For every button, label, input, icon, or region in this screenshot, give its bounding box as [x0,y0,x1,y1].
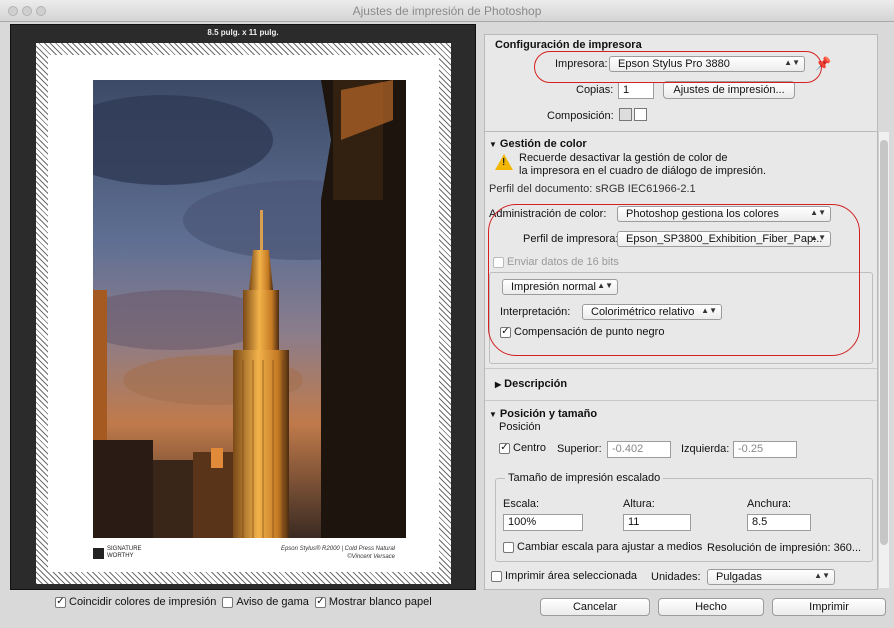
preview-options: ✓ Coincidir colores de impresión Aviso de… [55,596,432,608]
print-settings-button[interactable]: Ajustes de impresión... [663,81,795,99]
left-field[interactable]: -0.25 [733,441,797,458]
scale-to-fit-checkbox[interactable]: Cambiar escala para ajustar a medios [503,541,702,553]
description-header[interactable]: ▶ Descripción [495,378,567,390]
printer-setup-section: Configuración de impresora Impresora: Ep… [484,34,878,132]
scaled-size-label: Tamaño de impresión escalado [505,472,664,484]
disclosure-triangle-icon: ▼ [489,140,497,149]
chevron-updown-icon: ▲▼ [814,571,830,580]
document-profile: Perfil del documento: sRGB IEC61966-2.1 [489,183,696,195]
width-label: Anchura: [747,498,792,510]
signature-logo: SIGNATURE WORTHY [93,546,142,560]
scroll-area: ▼ Gestión de color ! Recuerde desactivar … [484,132,878,590]
scrollbar-thumb[interactable] [880,140,888,545]
height-field[interactable]: 11 [623,514,691,531]
divider [485,400,877,401]
show-paper-white-checkbox[interactable]: ✓ Mostrar blanco papel [314,596,432,608]
units-select[interactable]: Pulgadas ▲▼ [707,569,835,585]
position-size-title: Posición y tamaño [499,408,598,420]
checkbox-empty[interactable] [491,570,502,582]
preview-photo[interactable] [93,80,406,538]
copies-field[interactable]: 1 [618,82,654,99]
paper-sheet: SIGNATURE WORTHY Epson Stylus® R2000 | Co… [36,43,451,584]
cancel-button[interactable]: Cancelar [540,598,650,616]
warning-line1: Recuerde desactivar la gestión de color … [519,152,728,164]
title-bar: Ajustes de impresión de Photoshop [0,0,894,22]
height-label: Altura: [623,498,655,510]
position-group-label: Posición [499,421,541,433]
city-photo-image [93,80,406,538]
color-settings-highlight-ring [488,204,860,356]
printable-area: SIGNATURE WORTHY Epson Stylus® R2000 | Co… [48,55,439,572]
printer-setup-header: Configuración de impresora [495,39,642,51]
color-management-header[interactable]: ▼ Gestión de color [489,138,587,150]
gamut-warning-label: Aviso de gama [236,596,309,608]
print-selected-label: Imprimir área seleccionada [505,570,638,582]
warning-icon: ! [495,154,513,170]
left-label: Izquierda: [681,443,730,455]
disclosure-triangle-icon: ▶ [495,380,502,389]
settings-panel: Configuración de impresora Impresora: Ep… [484,30,889,590]
print-selected-checkbox[interactable]: Imprimir área seleccionada [491,570,637,582]
print-resolution: Resolución de impresión: 360... [707,542,862,554]
units-label: Unidades: [651,571,701,583]
warning-line2: la impresora en el cuadro de diálogo de … [519,165,767,177]
match-colors-checkbox[interactable]: ✓ Coincidir colores de impresión [55,596,216,608]
top-label: Superior: [557,443,602,455]
caption-line1: Epson Stylus® R2000 | Cold Press Natural [280,546,395,552]
layout-label: Composición: [547,110,614,122]
match-colors-label: Coincidir colores de impresión [69,596,217,608]
landscape-layout-icon[interactable] [634,108,647,121]
units-value: Pulgadas [716,571,762,583]
print-button[interactable]: Imprimir [772,598,886,616]
paper-size-label: 8.5 pulg. x 11 pulg. [207,28,279,37]
color-management-title: Gestión de color [499,138,587,150]
center-checkbox[interactable]: ✓ Centro [499,442,546,454]
show-paper-white-label: Mostrar blanco papel [328,596,432,608]
print-preview: 8.5 pulg. x 11 pulg. SIGNATURE WORTHY Ep… [10,24,476,590]
portrait-layout-icon[interactable] [619,108,632,121]
divider [485,368,877,369]
checkmark-icon[interactable]: ✓ [55,596,66,608]
center-label: Centro [513,442,547,454]
signature-line2: WORTHY [107,553,134,559]
copies-label: Copias: [576,84,614,96]
printer-highlight-ring [534,51,822,83]
signature-icon [93,547,104,559]
width-field[interactable]: 8.5 [747,514,811,531]
description-title: Descripción [504,378,568,390]
scrollbar[interactable] [878,132,889,588]
scale-field[interactable]: 100% [503,514,583,531]
signature-line1: SIGNATURE [107,546,142,552]
scale-to-fit-label: Cambiar escala para ajustar a medios [517,541,703,553]
photo-caption: Epson Stylus® R2000 | Cold Press Natural… [281,545,395,561]
checkbox-empty[interactable] [503,541,514,553]
top-field[interactable]: -0.402 [607,441,671,458]
disclosure-triangle-icon: ▼ [489,410,497,419]
window-title: Ajustes de impresión de Photoshop [352,4,542,18]
checkmark-icon[interactable]: ✓ [314,596,326,608]
gamut-warning-checkbox[interactable]: Aviso de gama [222,596,309,608]
done-button[interactable]: Hecho [658,598,764,616]
position-size-header[interactable]: ▼ Posición y tamaño [489,408,597,420]
checkmark-icon[interactable]: ✓ [499,442,510,454]
scale-label: Escala: [503,498,540,510]
caption-line2: ©Vincent Versace [347,554,395,560]
checkbox-empty[interactable] [222,596,234,608]
